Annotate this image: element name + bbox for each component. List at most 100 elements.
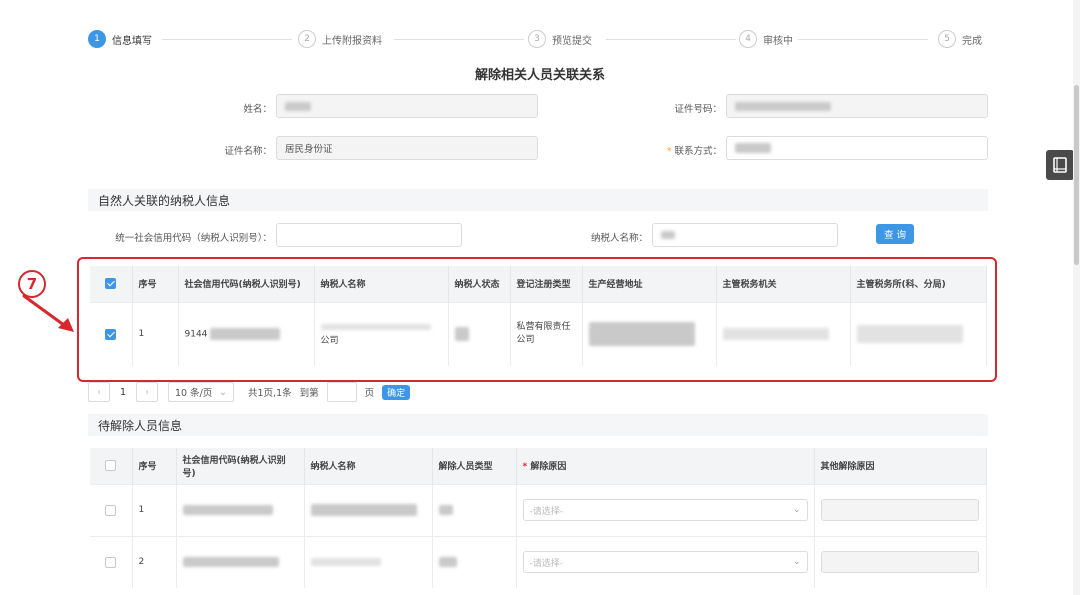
step-4: 4 审核中	[739, 30, 793, 48]
redacted-value	[661, 231, 675, 239]
redacted-value	[310, 557, 381, 566]
page-unit-label: 页	[364, 388, 375, 399]
page-size-select[interactable]: 10 条/页 ⌄	[168, 382, 234, 402]
column-header: 解除人员类型	[432, 448, 517, 484]
taxpayer-name-input[interactable]	[652, 223, 838, 247]
highlight-frame	[77, 257, 997, 382]
step-5: 5 完成	[938, 30, 982, 48]
redacted-value	[285, 101, 311, 111]
person-type-cell	[432, 483, 517, 536]
name-field[interactable]	[276, 94, 538, 118]
chevron-down-icon: ⌄	[219, 386, 227, 398]
step-connector	[606, 39, 736, 40]
goto-confirm-button[interactable]: 确定	[382, 384, 411, 400]
column-header: 纳税人名称	[304, 448, 433, 484]
column-header: 社会信用代码(纳税人识别号)	[176, 448, 305, 484]
step-label: 预览提交	[552, 35, 592, 47]
contact-field[interactable]	[726, 136, 988, 160]
column-header: * 解除原因	[516, 448, 815, 484]
required-mark: *	[522, 462, 528, 473]
reason-select[interactable]: -请选择- ⌄	[522, 551, 808, 574]
column-header-text: 解除原因	[530, 462, 567, 473]
step-1: 1 信息填写	[88, 30, 152, 48]
credit-code-label: 统一社会信用代码（纳税人识别号）：	[115, 233, 272, 244]
book-icon	[1053, 157, 1067, 173]
id-number-field[interactable]	[726, 94, 988, 118]
page-title: 解除相关人员关联关系	[474, 68, 605, 83]
redacted-value	[182, 557, 279, 567]
query-button[interactable]: 查 询	[876, 224, 914, 244]
reason-select[interactable]: -请选择- ⌄	[522, 499, 808, 521]
table-header-row: 序号 社会信用代码(纳税人识别号) 纳税人名称 解除人员类型 * 解除原因 其他…	[90, 448, 987, 484]
redacted-value	[310, 504, 417, 516]
credit-code-cell	[176, 535, 305, 588]
page-size-value: 10 条/页	[175, 388, 213, 399]
redacted-value	[182, 504, 273, 515]
goto-page-input[interactable]	[326, 382, 357, 402]
id-type-label: 证件名称：	[224, 146, 272, 157]
current-page[interactable]: 1	[110, 382, 136, 402]
row-index: 2	[132, 535, 177, 588]
redacted-value	[438, 557, 457, 567]
column-header: 其他解除原因	[814, 448, 987, 484]
taxpayer-name-cell	[304, 535, 433, 588]
step-number: 1	[88, 30, 106, 48]
reason-cell: -请选择- ⌄	[516, 535, 815, 588]
required-mark: *	[666, 146, 672, 157]
step-label: 信息填写	[112, 35, 152, 47]
reason-select-placeholder: -请选择-	[529, 558, 564, 569]
scrollbar-thumb[interactable]	[1074, 85, 1079, 265]
row-checkbox[interactable]	[105, 556, 117, 568]
step-2: 2 上传附报资料	[298, 30, 382, 48]
reason-cell: -请选择- ⌄	[516, 483, 815, 536]
other-reason-cell	[814, 535, 987, 588]
section-taxpayer-info: 自然人关联的纳税人信息	[88, 189, 988, 211]
id-type-field[interactable]: 居民身份证	[276, 136, 538, 160]
progress-steps: 1 信息填写 2 上传附报资料 3 预览提交 4 审核中 5 完成	[88, 30, 988, 50]
select-all-cell[interactable]	[90, 448, 133, 484]
select-all-checkbox[interactable]	[105, 460, 117, 472]
chevron-down-icon: ⌄	[792, 557, 801, 568]
table-row[interactable]: 2 -请选择- ⌄	[90, 535, 987, 588]
row-checkbox[interactable]	[105, 504, 117, 516]
prev-page-button[interactable]: ‹	[88, 382, 110, 402]
step-label: 审核中	[763, 35, 793, 47]
step-connector	[394, 39, 524, 40]
goto-label: 到第	[299, 388, 319, 399]
redacted-value	[735, 101, 831, 111]
row-index: 1	[132, 483, 177, 536]
step-connector	[798, 39, 928, 40]
pagination: ‹ 1 › 10 条/页 ⌄ 共1页,1条 到第 页 确定	[88, 381, 411, 403]
row-select-cell[interactable]	[90, 535, 133, 588]
pending-persons-table: 序号 社会信用代码(纳税人识别号) 纳税人名称 解除人员类型 * 解除原因 其他…	[90, 448, 987, 588]
contact-label-text: 联系方式：	[674, 146, 722, 157]
redacted-value	[735, 143, 771, 153]
next-page-button[interactable]: ›	[136, 382, 158, 402]
contact-label: * 联系方式：	[640, 143, 722, 157]
section-pending-persons: 待解除人员信息	[88, 414, 988, 436]
pager-summary: 共1页,1条	[248, 388, 292, 399]
step-number: 2	[298, 30, 316, 48]
other-reason-input[interactable]	[820, 499, 979, 521]
credit-code-input[interactable]	[276, 223, 462, 247]
step-connector	[162, 39, 292, 40]
other-reason-input[interactable]	[820, 551, 979, 574]
redacted-value	[438, 504, 453, 515]
step-number: 3	[528, 30, 546, 48]
step-label: 完成	[962, 35, 982, 47]
side-panel-button[interactable]	[1046, 150, 1074, 180]
taxpayer-name-label: 纳税人名称：	[590, 233, 648, 244]
step-label: 上传附报资料	[322, 35, 382, 47]
red-arrow-icon	[22, 294, 74, 332]
step-number: 5	[938, 30, 956, 48]
column-header: 序号	[132, 448, 177, 484]
reason-select-placeholder: -请选择-	[529, 506, 564, 517]
table-row[interactable]: 1 -请选择- ⌄	[90, 483, 987, 536]
id-number-label: 证件号码：	[674, 104, 722, 115]
row-select-cell[interactable]	[90, 483, 133, 536]
person-type-cell	[432, 535, 517, 588]
name-label: 姓名：	[243, 104, 272, 115]
step-number: 4	[739, 30, 757, 48]
taxpayer-name-cell	[304, 483, 433, 536]
chevron-down-icon: ⌄	[792, 505, 801, 515]
